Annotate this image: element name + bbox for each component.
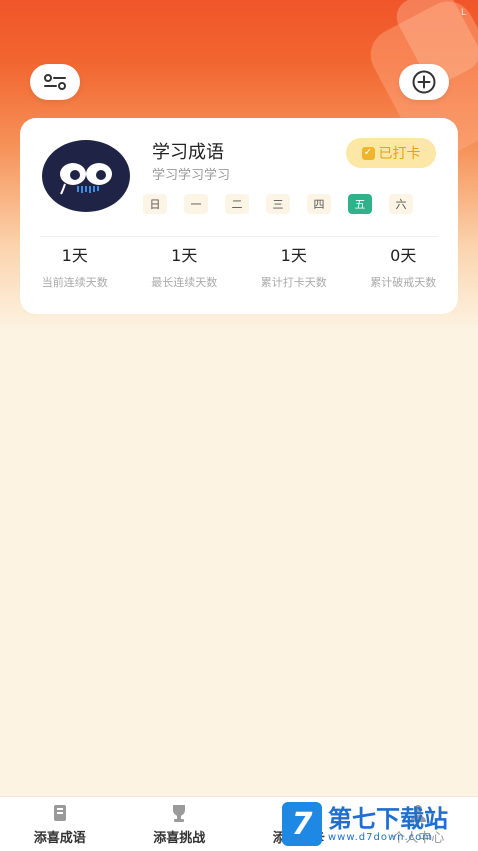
habit-stats: 1天 当前连续天数 1天 最长连续天数 1天 累计打卡天数 0天 累计破戒天数 (20, 246, 458, 290)
checked-in-badge[interactable]: ✓ 已打卡 (346, 138, 436, 168)
stat-longest-streak: 1天 最长连续天数 (130, 246, 240, 290)
day-sun: 日 (143, 194, 167, 214)
day-sat: 六 (389, 194, 413, 214)
habit-card[interactable]: 学习成语 学习学习学习 ✓ 已打卡 日 一 二 三 四 五 六 1天 当前连续天… (20, 118, 458, 314)
stat-label: 最长连续天数 (130, 274, 240, 290)
stat-value: 0天 (349, 246, 459, 266)
day-fri-active: 五 (348, 194, 372, 214)
checked-in-label: 已打卡 (379, 143, 421, 163)
week-days: 日 一 二 三 四 五 六 (143, 194, 413, 214)
watermark-text: 第七下载站 www.d7down.com (328, 806, 448, 843)
tab-idioms[interactable]: 添喜成语 (0, 797, 120, 851)
stat-value: 1天 (130, 246, 240, 266)
tab-label: 添喜成语 (34, 827, 86, 846)
check-icon: ✓ (362, 147, 375, 160)
card-divider (40, 236, 438, 237)
day-thu: 四 (307, 194, 331, 214)
habit-title: 学习成语 (152, 138, 224, 164)
book-icon (50, 803, 70, 823)
crying-face-icon (53, 156, 119, 196)
plus-circle-icon (411, 69, 437, 95)
day-mon: 一 (184, 194, 208, 214)
habit-subtitle: 学习学习学习 (152, 164, 230, 183)
day-tue: 二 (225, 194, 249, 214)
habit-avatar (42, 140, 130, 212)
watermark-url: www.d7down.com (328, 832, 448, 843)
tab-challenge[interactable]: 添喜挑战 (120, 797, 240, 851)
stat-current-streak: 1天 当前连续天数 (20, 246, 130, 290)
day-wed: 三 (266, 194, 290, 214)
stat-value: 1天 (20, 246, 130, 266)
stat-total-breaks: 0天 累计破戒天数 (349, 246, 459, 290)
status-mark: L (461, 8, 466, 18)
stat-label: 累计破戒天数 (349, 274, 459, 290)
add-habit-button[interactable] (399, 64, 449, 100)
watermark-logo: 7 (282, 802, 322, 846)
stat-label: 累计打卡天数 (239, 274, 349, 290)
stat-label: 当前连续天数 (20, 274, 130, 290)
watermark-name: 第七下载站 (328, 806, 448, 832)
site-watermark: 7 第七下载站 www.d7down.com (282, 800, 448, 848)
stat-value: 1天 (239, 246, 349, 266)
tab-label: 添喜挑战 (153, 827, 205, 846)
filter-button[interactable] (30, 64, 80, 100)
stat-total-checkins: 1天 累计打卡天数 (239, 246, 349, 290)
sliders-icon (42, 72, 68, 92)
trophy-icon (168, 803, 190, 823)
